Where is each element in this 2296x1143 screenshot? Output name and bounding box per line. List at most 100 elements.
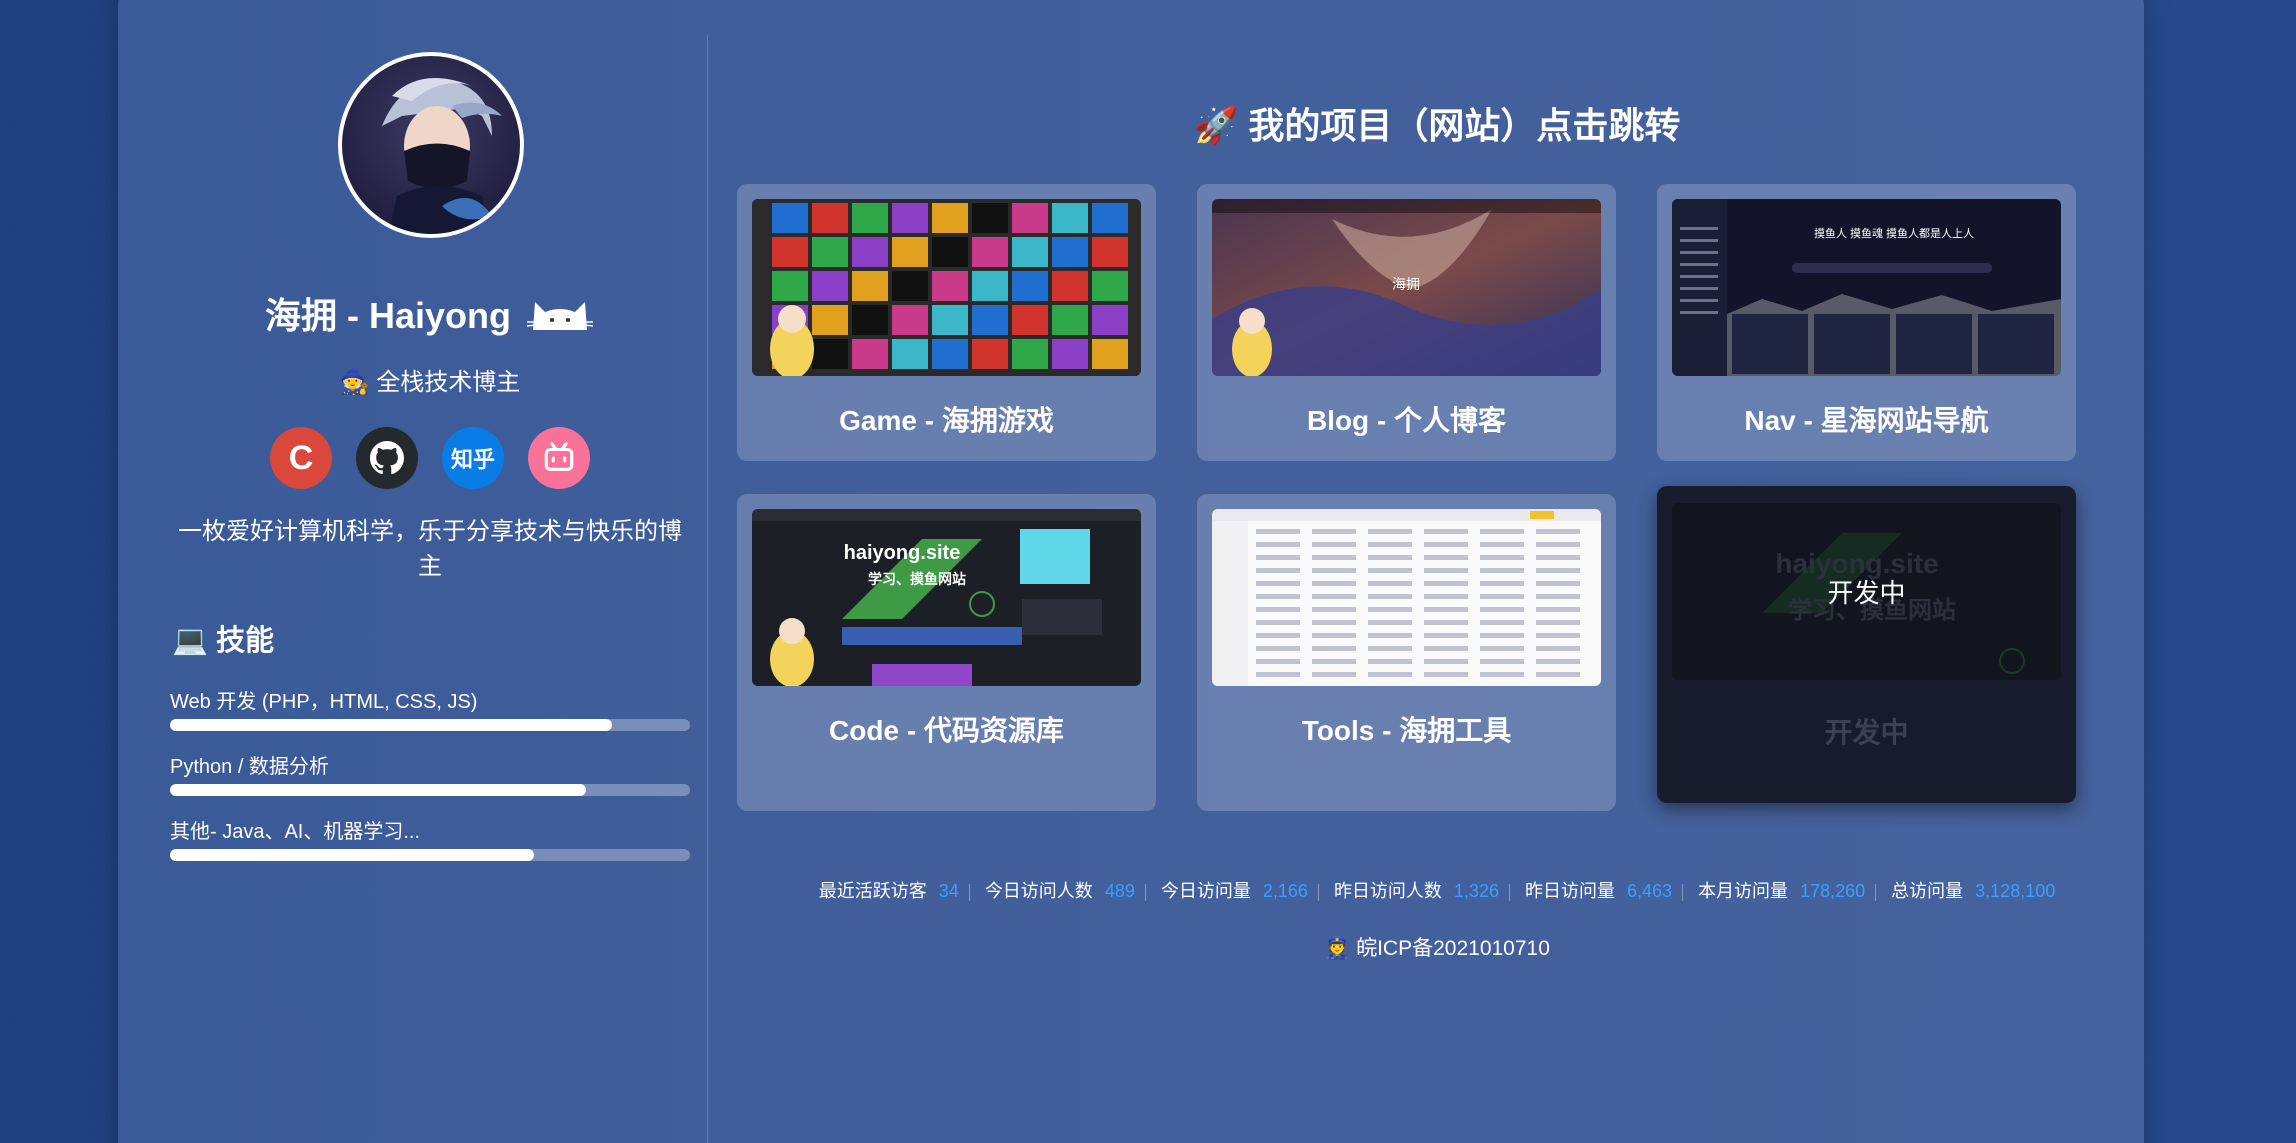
skill-bar-fill bbox=[170, 849, 534, 861]
tool-entry bbox=[1480, 555, 1524, 560]
tool-entry bbox=[1256, 607, 1300, 612]
tool-entry bbox=[1256, 620, 1300, 625]
projects-heading: 🚀 我的项目（网站）点击跳转 bbox=[737, 97, 2137, 149]
skill-bar bbox=[170, 849, 690, 861]
cat-icon bbox=[525, 292, 595, 345]
tool-entry bbox=[1256, 542, 1300, 547]
tool-entry bbox=[1256, 659, 1300, 664]
csdn-link[interactable]: C bbox=[270, 427, 332, 489]
skill-item: 其他- Java、AI、机器学习... bbox=[170, 815, 690, 861]
game-tile bbox=[932, 305, 968, 335]
tool-entry bbox=[1312, 581, 1356, 586]
icp-record[interactable]: 👮 皖ICP备2021010710 bbox=[737, 932, 2137, 962]
tool-entry bbox=[1424, 542, 1468, 547]
tool-entry bbox=[1312, 607, 1356, 612]
zhihu-link[interactable]: 知乎 bbox=[442, 427, 504, 489]
stat-separator bbox=[1144, 883, 1146, 901]
tool-entry bbox=[1480, 594, 1524, 599]
stat-separator bbox=[1682, 883, 1684, 901]
tool-entry bbox=[1312, 529, 1356, 534]
tool-entry bbox=[1256, 581, 1300, 586]
tool-entry bbox=[1480, 568, 1524, 573]
social-links: C 知乎 bbox=[270, 427, 590, 489]
skill-item: Python / 数据分析 bbox=[170, 750, 690, 796]
stat-separator bbox=[968, 883, 970, 901]
profile-bio: 一枚爱好计算机科学，乐于分享技术与快乐的博主 bbox=[178, 518, 682, 580]
tool-entry bbox=[1424, 555, 1468, 560]
tool-entry bbox=[1480, 633, 1524, 638]
stat-label: 昨日访问人数 bbox=[1333, 881, 1442, 901]
stat-label: 今日访问量 bbox=[1160, 881, 1251, 901]
game-tile bbox=[1092, 271, 1128, 301]
game-tile bbox=[932, 271, 968, 301]
stat-label: 昨日访问量 bbox=[1525, 881, 1615, 901]
skill-bar-fill bbox=[170, 784, 586, 796]
projects-heading-text: 我的项目（网站）点击跳转 bbox=[1248, 105, 1681, 146]
profile-title-text: 全栈技术博主 bbox=[376, 369, 521, 396]
project-card-game[interactable]: Game - 海拥游戏 bbox=[737, 184, 1156, 461]
project-label: Tools - 海拥工具 bbox=[1301, 715, 1512, 746]
tool-entry bbox=[1368, 568, 1412, 573]
tool-entry bbox=[1424, 581, 1468, 586]
project-thumb-nav: 摸鱼人 摸鱼魂 摸鱼人都是人上人 bbox=[1672, 199, 2061, 376]
tool-entry bbox=[1256, 633, 1300, 638]
tool-entry bbox=[1424, 659, 1468, 664]
code-thumb-line1: haiyong.site bbox=[844, 542, 961, 564]
skill-label: 其他- Java、AI、机器学习... bbox=[170, 821, 421, 843]
zhihu-icon: 知乎 bbox=[450, 447, 495, 472]
github-link[interactable] bbox=[356, 427, 418, 489]
game-tile bbox=[812, 339, 848, 369]
tool-entry bbox=[1312, 620, 1356, 625]
stat-separator bbox=[1317, 883, 1319, 901]
stat-label: 最近活跃访客 bbox=[818, 881, 927, 901]
game-tile bbox=[932, 339, 968, 369]
project-thumb-tools bbox=[1212, 509, 1601, 686]
game-tile bbox=[852, 237, 888, 267]
column-divider bbox=[707, 35, 708, 1143]
game-tile bbox=[1012, 305, 1048, 335]
game-tile bbox=[1052, 339, 1088, 369]
stat-label: 今日访问人数 bbox=[984, 881, 1093, 901]
skill-label: Python / 数据分析 bbox=[170, 756, 329, 778]
tool-entry bbox=[1424, 594, 1468, 599]
skills-heading: 💻 技能 bbox=[172, 617, 274, 659]
tool-entry bbox=[1256, 529, 1300, 534]
tool-entry bbox=[1368, 620, 1412, 625]
project-card-tools[interactable]: Tools - 海拥工具 bbox=[1197, 494, 1616, 811]
game-tile bbox=[772, 271, 808, 301]
tool-entry bbox=[1536, 659, 1580, 664]
stat-value: 2,166 bbox=[1262, 881, 1308, 901]
game-tile bbox=[852, 203, 888, 233]
nav-thumb-banner: 摸鱼人 摸鱼魂 摸鱼人都是人上人 bbox=[1814, 226, 1974, 240]
tool-entry bbox=[1480, 529, 1524, 534]
tool-entry bbox=[1536, 672, 1580, 677]
stat-label: 总访问量 bbox=[1891, 881, 1964, 901]
icp-text: 皖ICP备2021010710 bbox=[1356, 937, 1550, 960]
tool-entry bbox=[1536, 607, 1580, 612]
tool-entry bbox=[1368, 672, 1412, 677]
game-tile bbox=[972, 305, 1008, 335]
tool-entry bbox=[1424, 672, 1468, 677]
project-card-blog[interactable]: 海拥 Blog - 个人博客 bbox=[1197, 184, 1616, 461]
bilibili-icon bbox=[544, 442, 574, 471]
profile-name-text: 海拥 - Haiyong bbox=[264, 295, 511, 336]
tool-entry bbox=[1536, 581, 1580, 586]
game-tile bbox=[1052, 203, 1088, 233]
code-thumb-line2: 学习、摸鱼网站 bbox=[868, 571, 966, 587]
tool-entry bbox=[1536, 542, 1580, 547]
tool-entry bbox=[1536, 594, 1580, 599]
bilibili-link[interactable] bbox=[528, 427, 590, 489]
project-card-nav[interactable]: 摸鱼人 摸鱼魂 摸鱼人都是人上人 Nav - 星海网站导航 bbox=[1657, 184, 2076, 461]
game-tile bbox=[972, 203, 1008, 233]
tool-entry bbox=[1256, 646, 1300, 651]
game-tile bbox=[852, 271, 888, 301]
blog-thumb-title: 海拥 bbox=[1392, 276, 1420, 292]
tool-entry bbox=[1368, 542, 1412, 547]
tool-entry bbox=[1424, 607, 1468, 612]
project-card-code[interactable]: haiyong.site 学习、摸鱼网站 Code - 代码资源库 bbox=[737, 494, 1156, 811]
game-tile bbox=[772, 203, 808, 233]
avatar[interactable] bbox=[338, 52, 524, 238]
game-tile bbox=[972, 339, 1008, 369]
game-tile bbox=[1012, 203, 1048, 233]
skill-bar bbox=[170, 719, 690, 731]
